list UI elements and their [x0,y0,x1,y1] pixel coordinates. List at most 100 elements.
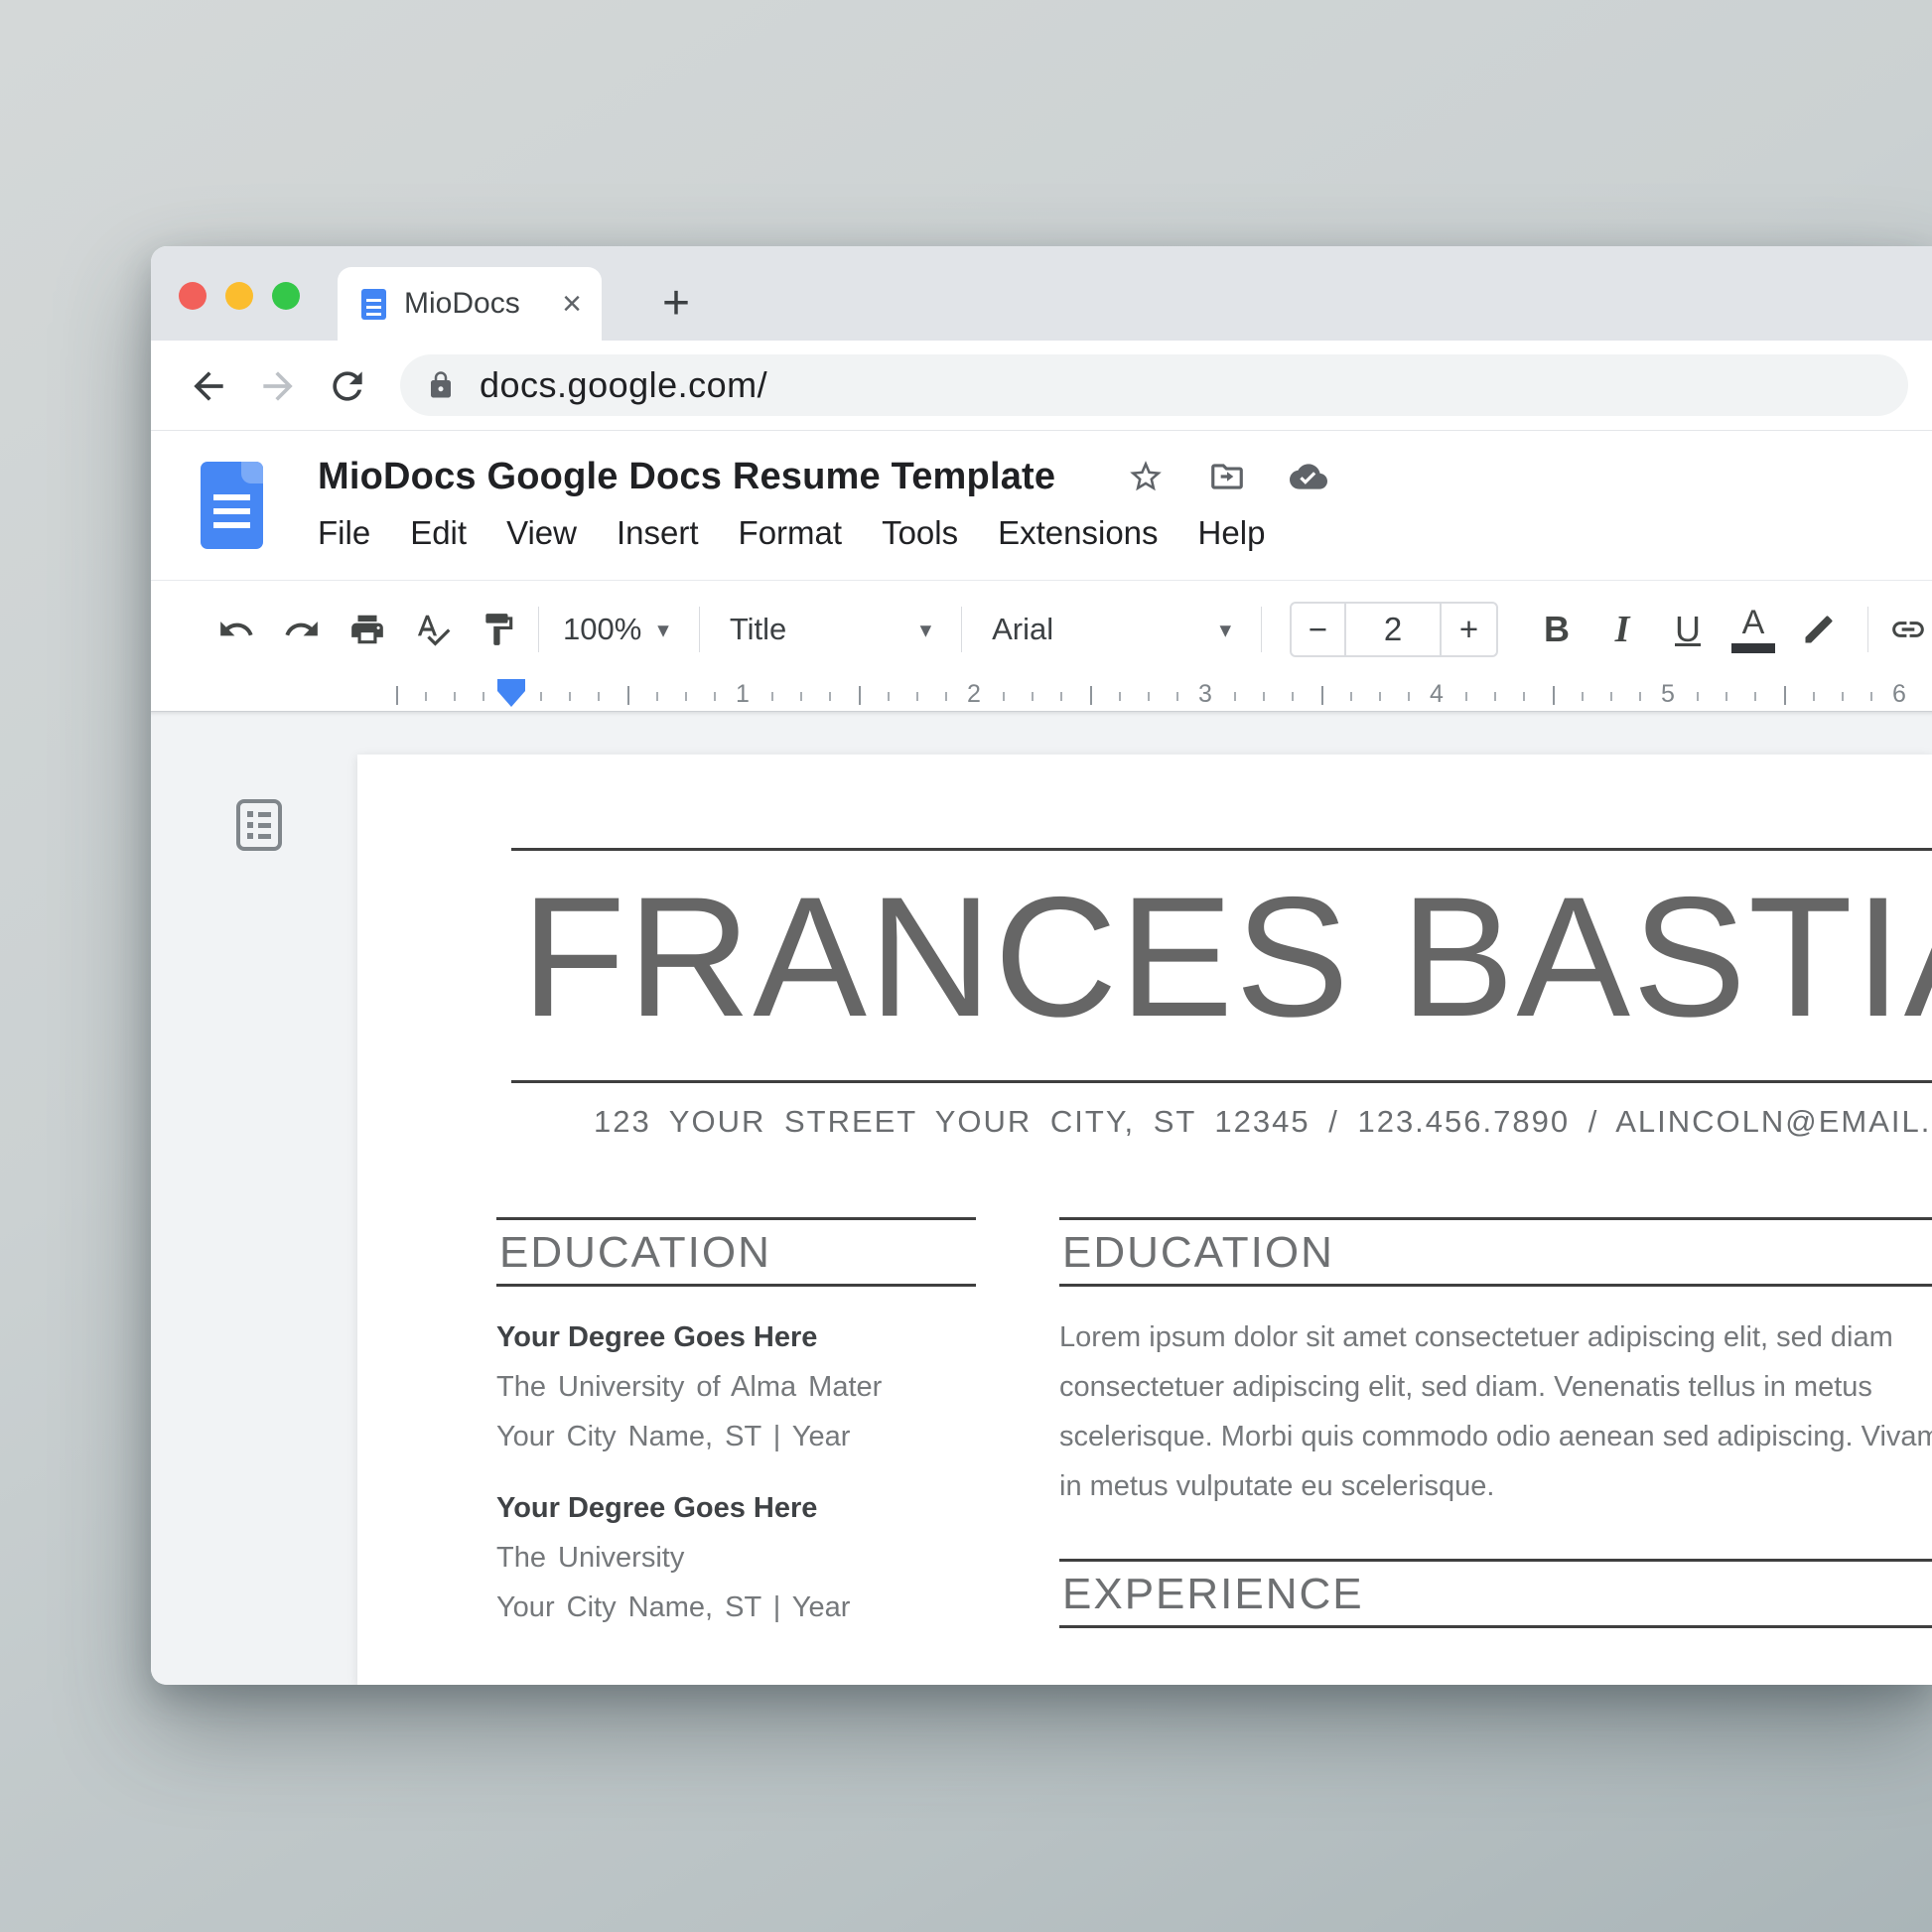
new-tab-button[interactable]: + [643,270,709,336]
menu-help[interactable]: Help [1198,514,1266,552]
ruler-tick [1263,692,1265,701]
ruler-tick [916,692,918,701]
reload-icon[interactable] [326,364,369,408]
ruler-tick [888,692,890,701]
ruler: 1 2 3 4 5 6 [151,678,1932,712]
zoom-window-button[interactable] [272,282,300,310]
decrease-font-size-button[interactable]: − [1292,604,1346,655]
paint-format-button[interactable] [475,602,522,657]
section-heading-education-left: EDUCATION [496,1217,976,1287]
ruler-tick [685,692,687,701]
underline-button[interactable]: U [1655,600,1721,659]
ruler-tick [1784,686,1786,705]
menu-file[interactable]: File [318,514,370,552]
text-color-button[interactable]: A [1721,600,1786,659]
minimize-window-button[interactable] [225,282,253,310]
insert-link-button[interactable] [1884,602,1932,657]
desktop: { "colors": { "docs_blue": "#4285f4", "t… [0,0,1932,1932]
ruler-tick [1032,692,1034,701]
back-icon[interactable] [187,364,230,408]
paragraph-style-select[interactable]: Title ▾ [730,612,931,647]
ruler-number: 4 [1430,680,1444,709]
italic-button[interactable]: I [1589,600,1655,659]
menu-view[interactable]: View [506,514,577,552]
highlight-color-button[interactable] [1786,600,1852,659]
ruler-tick [1494,692,1496,701]
ruler-tick [1725,692,1727,701]
ruler-tick [1379,692,1381,701]
left-column: EDUCATION Your Degree Goes Here The Univ… [496,1217,976,1632]
menu-edit[interactable]: Edit [410,514,467,552]
ruler-tick [1639,692,1641,701]
ruler-tick [1842,692,1844,701]
increase-font-size-button[interactable]: + [1440,604,1496,655]
toolbar-separator [1261,607,1262,652]
docs-header: MioDocs Google Docs Resume Template File… [151,431,1932,581]
docs-toolbar: 100% ▾ Title ▾ Arial ▾ − 2 + B I U A [151,581,1932,678]
ruler-tick [425,692,427,701]
bold-button[interactable]: B [1524,600,1589,659]
ruler-tick [1090,686,1092,705]
menu-insert[interactable]: Insert [617,514,699,552]
ruler-number: 6 [1892,680,1906,709]
ruler-tick [1408,692,1410,701]
forward-icon[interactable] [256,364,300,408]
menu-tools[interactable]: Tools [882,514,958,552]
ruler-number: 5 [1661,680,1675,709]
document-page[interactable]: FRANCES BASTIAN 123 YOUR STREET YOUR CIT… [357,755,1932,1685]
resume-name: FRANCES BASTIAN [521,872,1932,1042]
ruler-tick [1754,692,1756,701]
ruler-tick [1119,692,1121,701]
toolbar-separator [961,607,962,652]
ruler-tick [1870,692,1872,701]
ruler-tick [569,692,571,701]
print-button[interactable] [344,602,391,657]
font-size-value[interactable]: 2 [1346,604,1440,655]
browser-toolbar: docs.google.com/ [151,341,1932,431]
ruler-tick [1610,692,1612,701]
chevron-down-icon: ▾ [657,617,669,643]
menu-extensions[interactable]: Extensions [998,514,1158,552]
ruler-number: 2 [967,680,981,709]
menu-bar: File Edit View Insert Format Tools Exten… [318,514,1265,552]
ruler-tick [656,692,658,701]
toolbar-separator [699,607,700,652]
browser-window: MioDocs × + docs.google.com/ MioDocs Goo… [151,246,1932,1685]
contact-line: 123 YOUR STREET YOUR CITY, ST 12345 / 12… [594,1104,1932,1140]
browser-tab[interactable]: MioDocs × [338,267,602,341]
ruler-tick [800,692,802,701]
zoom-select[interactable]: 100% ▾ [563,612,669,647]
undo-button[interactable] [212,602,260,657]
education-entry: Your Degree Goes Here The University You… [496,1483,976,1632]
ruler-tick [483,692,484,701]
first-line-indent-marker[interactable] [497,679,525,691]
ruler-tick [598,692,600,701]
font-select[interactable]: Arial ▾ [992,612,1231,647]
education-paragraph: Lorem ipsum dolor sit amet consectetuer … [1059,1312,1932,1511]
redo-button[interactable] [278,602,326,657]
chevron-down-icon: ▾ [1219,617,1231,643]
ruler-number: 3 [1198,680,1212,709]
tab-close-icon[interactable]: × [562,287,582,321]
cloud-saved-icon[interactable] [1290,458,1327,495]
chevron-down-icon: ▾ [920,617,932,643]
ruler-number: 1 [736,680,750,709]
tab-strip: MioDocs × + [151,246,1932,341]
document-title[interactable]: MioDocs Google Docs Resume Template [318,456,1055,498]
close-window-button[interactable] [179,282,207,310]
menu-format[interactable]: Format [739,514,843,552]
ruler-tick [1523,692,1525,701]
ruler-tick [1697,692,1699,701]
left-indent-marker[interactable] [497,691,525,707]
docs-app-icon[interactable] [201,462,263,549]
move-folder-icon[interactable] [1208,458,1246,495]
star-icon[interactable] [1127,458,1165,495]
address-bar[interactable]: docs.google.com/ [400,354,1908,416]
ruler-tick [1813,692,1815,701]
ruler-tick [859,686,861,705]
show-outline-icon[interactable] [236,799,282,851]
spellcheck-button[interactable] [409,602,457,657]
education-entry: Your Degree Goes Here The University of … [496,1312,976,1461]
toolbar-separator [538,607,539,652]
ruler-tick [1234,692,1236,701]
